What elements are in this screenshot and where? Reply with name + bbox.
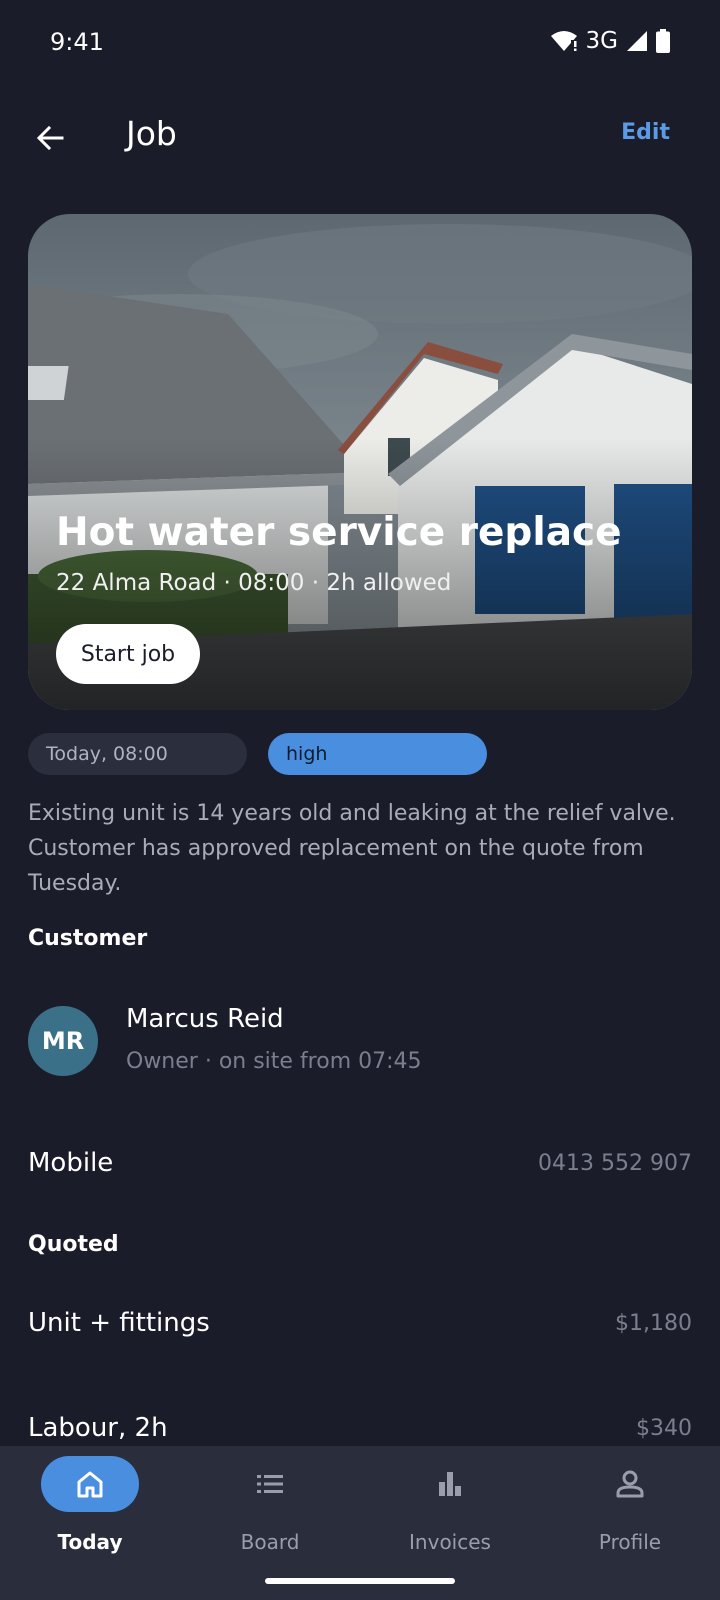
date-chip: Today, 08:00 — [28, 733, 247, 775]
nav-item-profile[interactable]: Profile — [540, 1446, 720, 1566]
customer-name: Marcus Reid — [126, 1004, 284, 1034]
quote-item-label: Unit + fittings — [28, 1308, 210, 1338]
nav-label: Profile — [598, 1530, 662, 1554]
wifi-icon — [550, 31, 577, 51]
customer-role: Owner · on site from 07:45 — [126, 1049, 422, 1074]
nav-label: Today — [57, 1530, 123, 1554]
list-icon — [257, 1475, 283, 1493]
job-hero-card: Hot water service replace 22 Alma Road ·… — [28, 214, 692, 710]
status-bar: 9:41 3G — [0, 0, 720, 90]
nav-icon-slot — [401, 1456, 499, 1512]
battery-icon — [656, 29, 670, 53]
edit-button[interactable]: Edit — [621, 120, 670, 145]
priority-chip: high — [268, 733, 487, 775]
customer-section-label: Customer — [28, 926, 148, 951]
quote-item-label: Labour, 2h — [28, 1413, 168, 1443]
nav-item-board[interactable]: Board — [180, 1446, 360, 1566]
page-title: Job — [126, 114, 177, 153]
nav-indicator — [41, 1456, 139, 1512]
job-title: Hot water service replace — [56, 510, 622, 555]
mobile-label: Mobile — [28, 1148, 114, 1178]
nav-item-today[interactable]: Today — [0, 1446, 180, 1566]
job-description: Existing unit is 14 years old and leakin… — [28, 801, 676, 896]
nav-icon-slot — [221, 1456, 319, 1512]
quoted-section-label: Quoted — [28, 1232, 119, 1257]
start-job-button[interactable]: Start job — [56, 624, 200, 684]
job-subtitle: 22 Alma Road · 08:00 · 2h allowed — [56, 570, 452, 596]
bottom-navigation: Today Board Invoices Profile — [0, 1446, 720, 1600]
person-icon — [616, 1470, 644, 1498]
arrow-back-icon — [36, 125, 64, 151]
app-bar: Job Edit — [0, 100, 720, 176]
mobile-value: 0413 552 907 — [538, 1151, 692, 1176]
avatar: MR — [28, 1006, 98, 1076]
bar-chart-icon — [439, 1472, 461, 1496]
nav-item-invoices[interactable]: Invoices — [360, 1446, 540, 1566]
network-type: 3G — [585, 28, 618, 54]
nav-icon-slot — [581, 1456, 679, 1512]
quote-item-value: $1,180 — [615, 1311, 692, 1336]
signal-icon — [627, 31, 647, 51]
quote-item-value: $340 — [636, 1416, 692, 1441]
home-indicator[interactable] — [265, 1578, 455, 1584]
status-icons: 3G — [550, 28, 670, 54]
nav-label: Board — [240, 1530, 300, 1554]
status-time: 9:41 — [50, 28, 104, 56]
back-button[interactable] — [26, 114, 74, 162]
nav-label: Invoices — [409, 1530, 491, 1554]
home-icon — [77, 1471, 103, 1498]
